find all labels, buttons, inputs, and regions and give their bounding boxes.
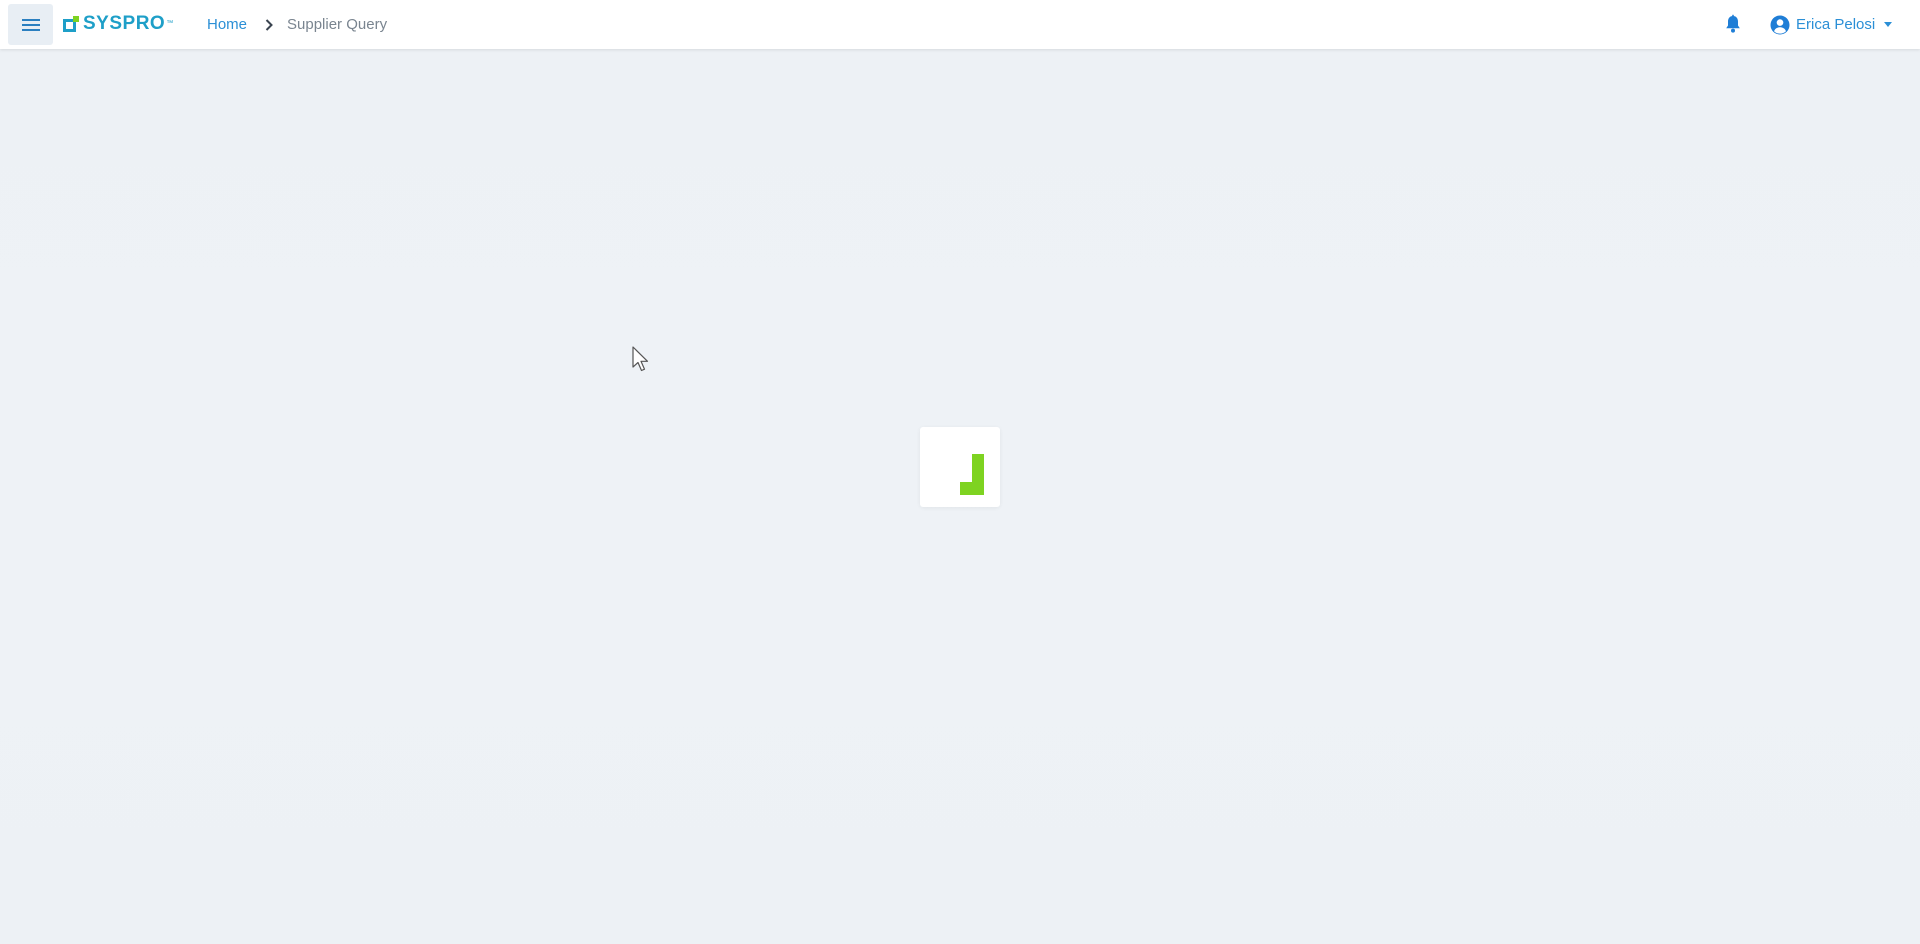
hamburger-menu-button[interactable] — [8, 4, 53, 45]
logo-text: SYSPRO — [83, 13, 166, 34]
hamburger-menu-icon — [21, 18, 40, 31]
logo-trademark: ™ — [166, 20, 174, 27]
main-content-area — [0, 49, 1920, 944]
notifications-button[interactable] — [1723, 14, 1743, 34]
caret-down-icon — [1884, 22, 1893, 27]
user-name: Erica Pelosi — [1796, 16, 1876, 33]
chevron-right-icon — [265, 18, 273, 31]
user-menu[interactable]: Erica Pelosi — [1770, 0, 1893, 49]
bell-icon — [1726, 14, 1740, 33]
syspro-logo-mark-icon — [63, 16, 79, 32]
loading-spinner-icon — [960, 454, 984, 495]
breadcrumb: Home Supplier Query — [207, 0, 387, 49]
loading-indicator — [920, 427, 1000, 507]
breadcrumb-current-page: Supplier Query — [287, 16, 388, 33]
mouse-pointer-icon — [632, 346, 649, 372]
user-circle-icon — [1770, 15, 1790, 34]
top-bar: SYSPRO ™ Home Supplier Query Erica Pelos… — [0, 0, 1920, 49]
syspro-logo[interactable]: SYSPRO ™ — [63, 14, 173, 34]
breadcrumb-home-link[interactable]: Home — [207, 16, 247, 33]
